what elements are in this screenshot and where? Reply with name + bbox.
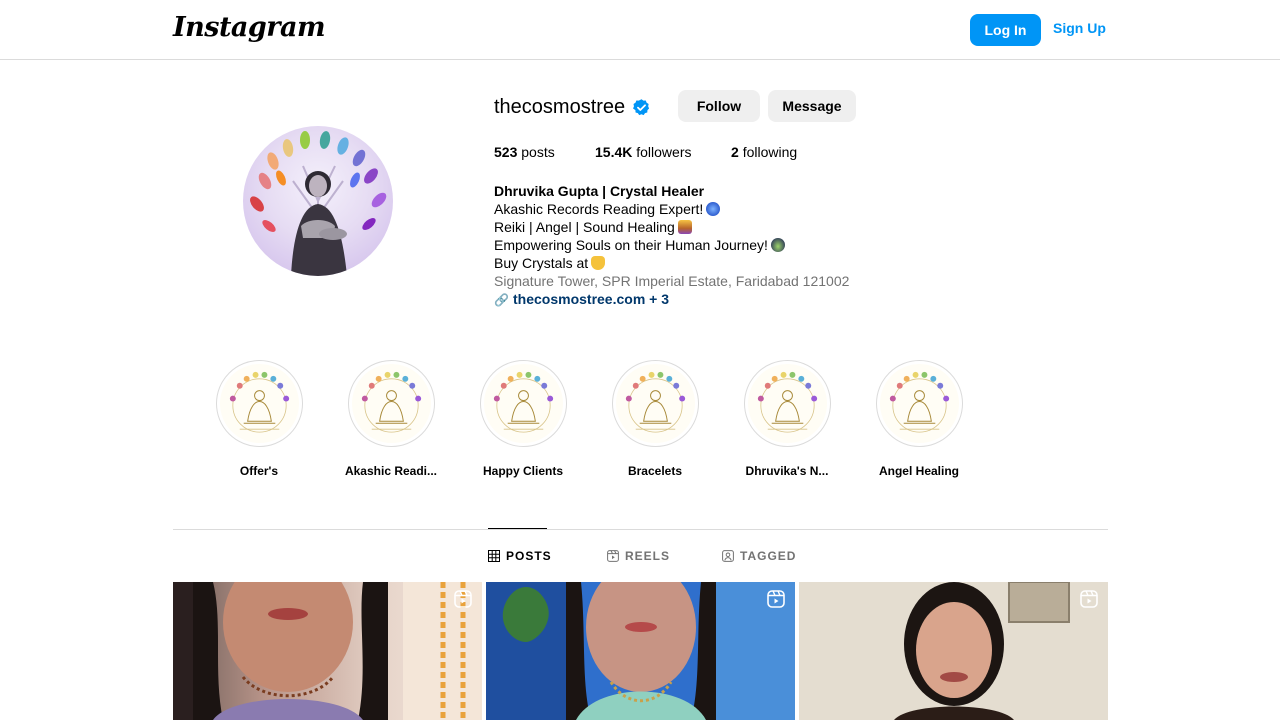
- tab-posts-label: POSTS: [506, 549, 552, 563]
- instagram-logo[interactable]: Instagram: [173, 12, 326, 43]
- pointing-down-emoji-icon: [591, 256, 606, 270]
- highlight-label: Dhruvika's N...: [745, 464, 829, 478]
- highlight-ring: [479, 360, 567, 447]
- followers-count[interactable]: 15.4K followers: [595, 144, 692, 160]
- profile-avatar[interactable]: [243, 126, 393, 276]
- tagged-icon: [722, 550, 734, 562]
- post-thumbnail[interactable]: [173, 582, 482, 720]
- story-highlight[interactable]: Akashic Readi...: [331, 360, 451, 478]
- reels-icon: [607, 550, 619, 562]
- buddha-chakra-icon: [483, 364, 563, 443]
- story-highlight[interactable]: Angel Healing: [859, 360, 979, 478]
- bio-full-name: Dhruvika Gupta | Crystal Healer: [494, 183, 705, 199]
- link-icon: 🔗: [494, 293, 509, 307]
- avatar-image: [250, 131, 387, 276]
- post-image: [486, 582, 795, 720]
- profile-username: thecosmostree: [494, 96, 626, 118]
- highlight-ring: [611, 360, 699, 447]
- reel-icon: [767, 590, 785, 608]
- highlight-label: Akashic Readi...: [344, 464, 438, 478]
- highlight-label: Happy Clients: [482, 464, 563, 478]
- reel-icon: [1080, 590, 1098, 608]
- posts-count-value: 523: [494, 144, 518, 160]
- bio-line: Empowering Souls on their Human Journey!: [494, 236, 849, 254]
- post-image: [799, 582, 1108, 720]
- highlight-label: Offer's: [239, 464, 279, 478]
- tab-tagged-label: TAGGED: [740, 549, 797, 563]
- following-count-value: 2: [731, 144, 739, 160]
- flying-saucer-emoji-icon: [770, 238, 785, 252]
- profile-bio: Dhruvika Gupta | Crystal Healer Akashic …: [494, 182, 849, 309]
- story-highlight[interactable]: Happy Clients: [463, 360, 583, 478]
- posts-count-label: posts: [521, 144, 555, 160]
- tab-posts[interactable]: POSTS: [488, 549, 552, 563]
- bio-link[interactable]: 🔗 thecosmostree.com + 3: [494, 290, 849, 309]
- tabs-divider: [173, 529, 1108, 530]
- message-button[interactable]: Message: [768, 90, 856, 122]
- post-thumbnail[interactable]: [486, 582, 795, 720]
- story-highlight[interactable]: Dhruvika's N...: [727, 360, 847, 478]
- signup-button[interactable]: Sign Up: [1053, 20, 1106, 36]
- buddha-chakra-icon: [351, 364, 431, 443]
- following-count[interactable]: 2 following: [731, 144, 797, 160]
- tab-reels[interactable]: REELS: [607, 549, 670, 563]
- active-tab-indicator: [488, 528, 547, 529]
- follow-button[interactable]: Follow: [678, 90, 760, 122]
- post-thumbnail[interactable]: [799, 582, 1108, 720]
- highlight-ring: [743, 360, 831, 447]
- posts-count: 523 posts: [494, 144, 555, 160]
- buddha-chakra-icon: [747, 364, 827, 443]
- reel-icon: [454, 590, 472, 608]
- following-count-label: following: [742, 144, 798, 160]
- angel-emoji-icon: [677, 220, 692, 234]
- story-highlight[interactable]: Offer's: [199, 360, 319, 478]
- followers-count-label: followers: [636, 144, 692, 160]
- grid-icon: [488, 550, 500, 562]
- bio-line: Buy Crystals at: [494, 254, 849, 272]
- highlight-ring: [215, 360, 303, 447]
- bio-line: Akashic Records Reading Expert!: [494, 200, 849, 218]
- highlight-label: Bracelets: [627, 464, 683, 478]
- verified-badge-icon: [633, 99, 650, 116]
- buddha-chakra-icon: [879, 364, 959, 443]
- tab-reels-label: REELS: [625, 549, 671, 563]
- followers-count-value: 15.4K: [595, 144, 633, 160]
- bio-line: Reiki | Angel | Sound Healing: [494, 218, 849, 236]
- buddha-chakra-icon: [615, 364, 695, 443]
- post-image: [173, 582, 482, 720]
- bio-address[interactable]: Signature Tower, SPR Imperial Estate, Fa…: [494, 272, 849, 290]
- highlight-ring: [875, 360, 963, 447]
- story-highlight[interactable]: Bracelets: [595, 360, 715, 478]
- highlight-label: Angel Healing: [878, 464, 959, 478]
- top-navigation: Instagram Log In Sign Up: [0, 0, 1280, 60]
- login-button[interactable]: Log In: [970, 14, 1041, 46]
- crystal-ball-emoji-icon: [706, 202, 721, 216]
- tab-tagged[interactable]: TAGGED: [722, 549, 796, 563]
- buddha-chakra-icon: [219, 364, 299, 443]
- highlight-ring: [347, 360, 435, 447]
